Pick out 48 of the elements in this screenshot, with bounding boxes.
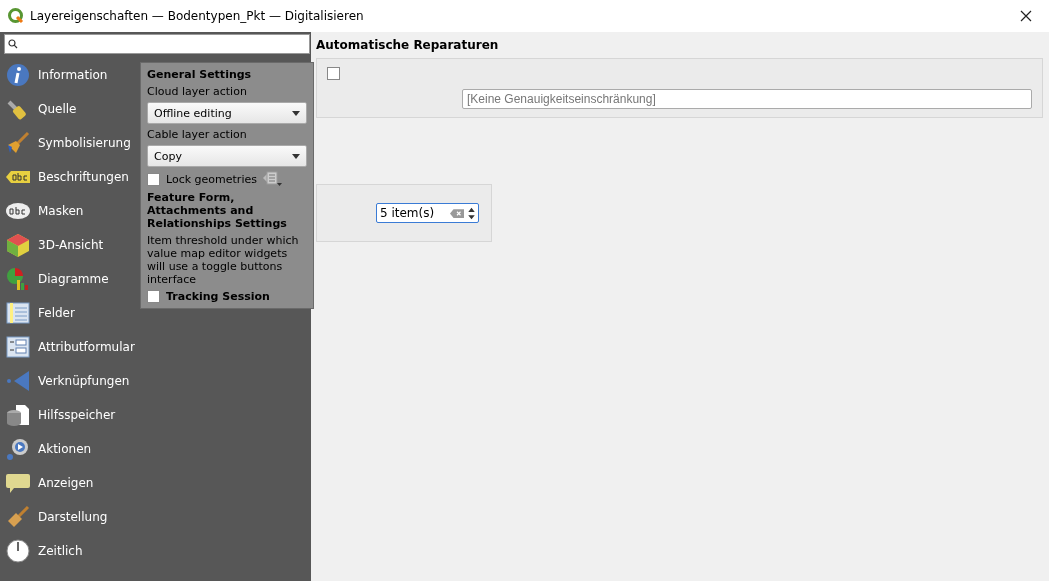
- speech-icon: [6, 471, 30, 495]
- storage-icon: [6, 403, 30, 427]
- field-label: Cloud layer action: [147, 85, 248, 98]
- caret-icon: [292, 110, 300, 116]
- section-heading: General Settings: [147, 68, 253, 81]
- sidebar-item[interactable]: Hilfsspeicher: [0, 398, 120, 432]
- sidebar-item[interactable]: Anzeigen: [0, 466, 98, 500]
- sidebar-item[interactable]: Felder: [0, 296, 79, 330]
- fields-icon: [6, 301, 30, 325]
- sidebar-item[interactable]: Attributformular: [0, 330, 139, 364]
- form-icon: [6, 335, 30, 359]
- spin-arrows-icon[interactable]: [468, 206, 475, 220]
- sidebar-item[interactable]: Diagramme: [0, 262, 113, 296]
- sidebar-item[interactable]: Quelle: [0, 92, 81, 126]
- cube-icon: [6, 233, 30, 257]
- dropdown[interactable]: Offline editing: [147, 102, 307, 124]
- sidebar-item[interactable]: Symbolisierung: [0, 126, 135, 160]
- window-title: Layereigenschaften — Bodentypen_Pkt — Digitalisieren: [30, 9, 365, 23]
- checkbox[interactable]: [147, 290, 160, 303]
- sidebar-item[interactable]: Verknüpfungen: [0, 364, 134, 398]
- sidebar-item[interactable]: Masken: [0, 194, 88, 228]
- sidebar-item[interactable]: Zeitlich: [0, 534, 87, 568]
- sidebar-item[interactable]: Darstellung: [0, 500, 112, 534]
- dropdown[interactable]: Copy: [147, 145, 307, 167]
- app-logo-icon: [8, 8, 24, 24]
- search-field[interactable]: [4, 34, 310, 54]
- sidebar-item[interactable]: Information: [0, 58, 112, 92]
- sidebar-item[interactable]: 3D-Ansicht: [0, 228, 108, 262]
- clock-icon: [6, 539, 30, 563]
- sidebar-item[interactable]: Aktionen: [0, 432, 96, 466]
- style-menu-icon[interactable]: [262, 171, 283, 187]
- spin-box[interactable]: 5 item(s): [376, 203, 479, 223]
- chart-icon: [6, 267, 30, 291]
- precision-field[interactable]: [Keine Genauigkeitseinschränkung]: [462, 89, 1032, 109]
- checkbox[interactable]: [327, 67, 340, 80]
- caret-icon: [292, 153, 300, 159]
- field-label: Cable layer action: [147, 128, 248, 141]
- section-heading: Feature Form, Attachments and Relationships Settings: [147, 191, 288, 230]
- info-icon: [6, 63, 30, 87]
- sidebar-item[interactable]: Beschriftungen: [0, 160, 133, 194]
- brush-icon: [6, 131, 30, 155]
- search-icon: [8, 39, 18, 49]
- checkbox-label: Lock geometries: [166, 172, 257, 186]
- section-heading: Automatische Reparaturen: [316, 38, 500, 52]
- close-icon: [1020, 10, 1032, 22]
- checkbox-label: Tracking Session: [166, 290, 270, 303]
- checkbox[interactable]: [147, 172, 160, 186]
- field-label: Item threshold under which value map editor widgets will use a toggle buttons interface: [147, 234, 300, 286]
